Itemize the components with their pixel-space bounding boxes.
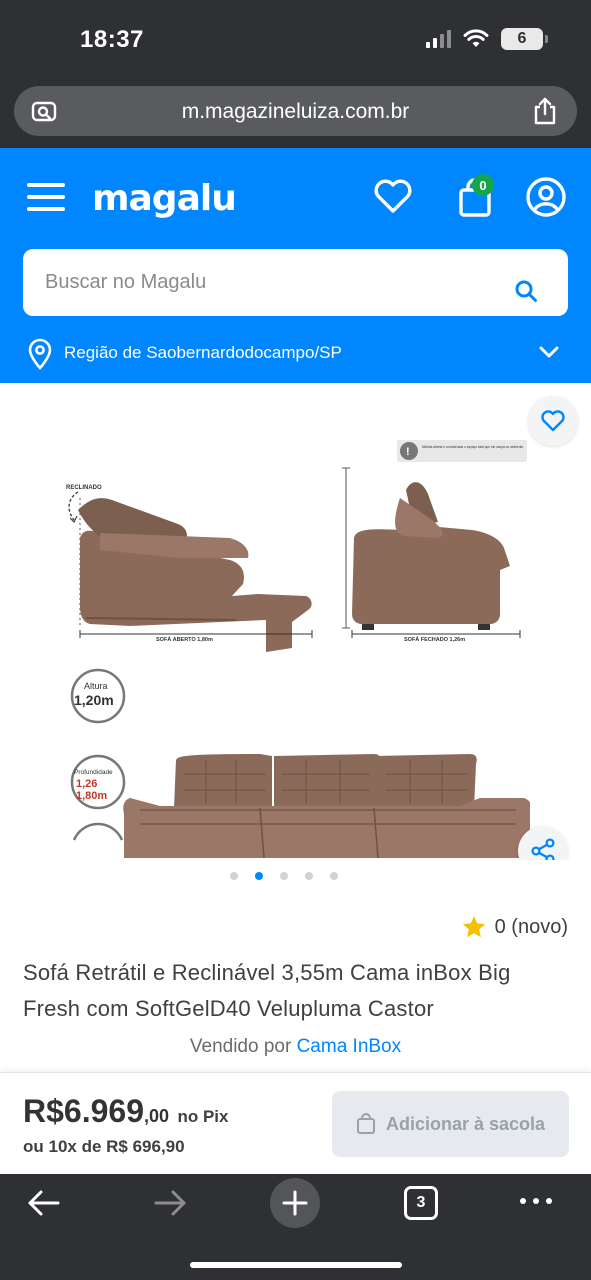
status-bar: 18:37 6 [0,0,591,80]
profundidade-aberto: 1,80m [76,790,107,802]
pagination-dot[interactable] [279,872,288,880]
measure-warning-label: Medida aberta é considerada o espaço tot… [422,444,524,449]
buy-bar: R$6.969,00 no Pix ou 10x de R$ 696,90 Ad… [0,1072,591,1174]
add-to-bag-label: Adicionar à sacola [385,1113,546,1134]
home-indicator [190,1262,402,1268]
favorites-heart-icon[interactable] [372,176,414,216]
product-image-gallery[interactable]: RECLINADO SOFÁ ABERTO 1,80m ! Medida abe… [0,383,591,860]
bag-icon [356,1113,375,1134]
location-pin-icon [28,338,52,370]
back-arrow-icon[interactable] [26,1188,62,1218]
rating-row[interactable]: 0 (novo) [461,914,568,940]
price-pix-label: no Pix [177,1107,229,1126]
cellular-signal-icon [426,30,451,48]
pagination-dot[interactable] [329,872,338,880]
url-field[interactable]: m.magazineluiza.com.br [14,86,577,136]
new-tab-button[interactable] [270,1178,320,1228]
user-account-icon[interactable] [525,176,567,218]
pagination-dot[interactable] [304,872,313,880]
sofa-aberto-label: SOFÁ ABERTO 1,80m [156,636,213,643]
status-time: 18:37 [80,26,144,53]
search-box [23,249,568,316]
product-title: Sofá Retrátil e Reclinável 3,55m Cama in… [23,960,511,1021]
price-cents: ,00 [143,1106,170,1126]
search-input[interactable] [45,265,485,299]
cart-count-badge: 0 [472,174,494,196]
seller-link[interactable]: Cama InBox [297,1036,402,1057]
battery-icon: 6 [501,28,548,50]
pagination-dot[interactable] [229,872,238,880]
sofa-fechado-label: SOFÁ FECHADO 1,26m [404,636,465,643]
more-options-icon[interactable] [520,1198,552,1204]
url-text: m.magazineluiza.com.br [181,100,410,123]
site-header: magalu 0 Região de Saobernardodocampo/SP [0,148,591,383]
product-image: RECLINADO SOFÁ ABERTO 1,80m ! Medida abe… [66,440,530,858]
profundidade-fechado: 1,26 [76,778,97,790]
tabs-button[interactable]: 3 [404,1186,438,1220]
price-installments: ou 10x de R$ 696,90 [23,1137,185,1156]
search-icon[interactable] [514,279,538,303]
hamburger-menu-icon[interactable] [27,183,65,211]
svg-text:!: ! [406,446,410,458]
reclinado-label: RECLINADO [66,485,102,491]
wifi-icon [463,29,489,47]
chevron-down-icon[interactable] [538,344,560,360]
forward-arrow-icon[interactable] [152,1188,188,1218]
star-icon [462,916,485,938]
status-icons: 6 [426,28,548,50]
pagination-dot[interactable] [254,872,263,880]
browser-toolbar: 3 [0,1174,591,1280]
plus-icon [282,1190,308,1216]
region-label: Região de Saobernardodocampo/SP [64,343,342,362]
profundidade-label: Profundidade [74,769,113,776]
seller-prefix: Vendido por [189,1036,292,1057]
gallery-pagination-dots [0,872,579,884]
share-icon[interactable] [531,96,559,126]
altura-label: Altura [84,681,108,691]
price: R$6.969,00 no Pix [23,1093,228,1130]
heart-outline-icon [541,410,565,432]
browser-address-bar: m.magazineluiza.com.br [0,80,591,148]
rating-text: 0 (novo) [494,915,568,938]
region-selector[interactable]: Região de Saobernardodocampo/SP [0,334,591,374]
share-nodes-icon [531,838,555,860]
altura-value: 1,20m [74,692,114,708]
add-to-bag-button[interactable]: Adicionar à sacola [332,1091,569,1157]
seller-info: Vendido por Cama InBox [0,1036,591,1058]
price-main: R$6.969 [23,1093,144,1129]
magalu-logo[interactable]: magalu [92,178,237,219]
favorite-button[interactable] [528,396,578,446]
